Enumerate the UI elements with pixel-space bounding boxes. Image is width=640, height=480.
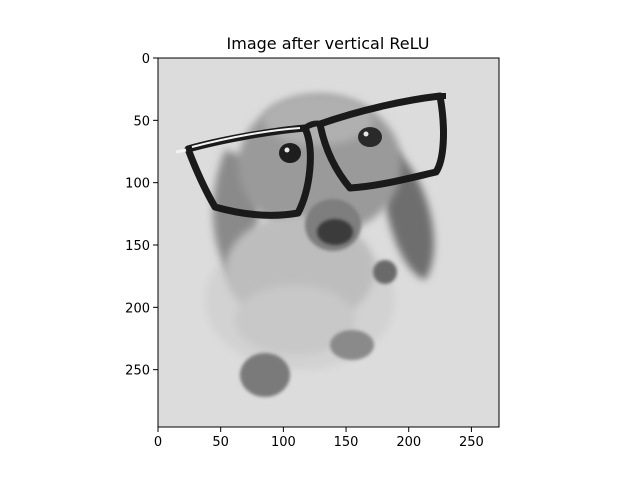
x-tick-label: 250 [459, 435, 484, 450]
chart-title: Image after vertical ReLU [227, 34, 430, 53]
y-tick-label: 100 [125, 177, 150, 192]
chart: Image after vertical ReLU 0 50 100 150 2… [125, 34, 500, 450]
x-tick-label: 150 [334, 435, 359, 450]
x-tick-label: 0 [154, 435, 162, 450]
x-axis: 0 50 100 150 200 250 [154, 427, 484, 450]
y-axis: 0 50 100 150 200 250 [125, 52, 158, 379]
x-tick-label: 200 [396, 435, 421, 450]
y-tick-label: 200 [125, 301, 150, 316]
image-area [158, 58, 499, 427]
x-tick-label: 100 [271, 435, 296, 450]
y-tick-label: 250 [125, 364, 150, 379]
y-tick-label: 150 [125, 239, 150, 254]
x-tick-label: 50 [212, 435, 229, 450]
y-tick-label: 0 [142, 52, 150, 67]
y-tick-label: 50 [133, 114, 150, 129]
